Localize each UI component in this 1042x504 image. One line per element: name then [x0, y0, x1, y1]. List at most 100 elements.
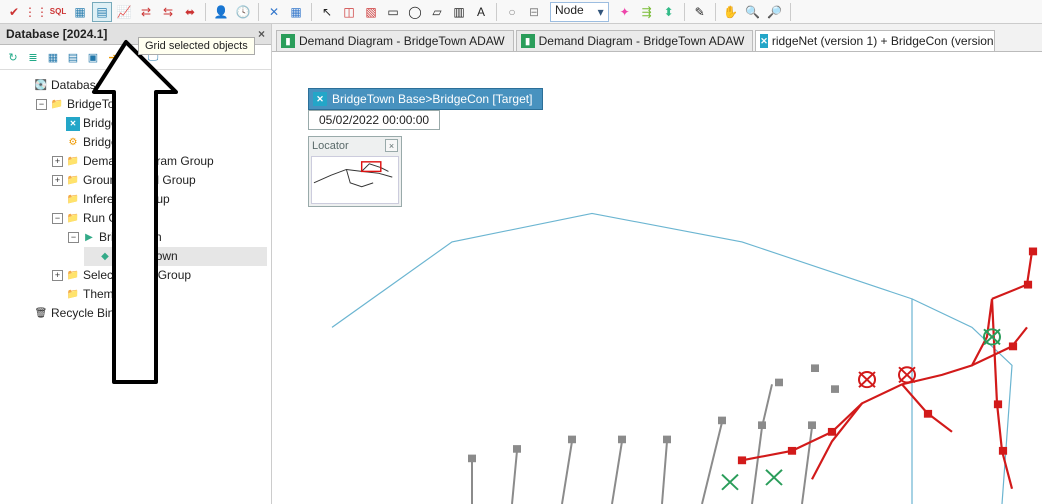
db-next-btn[interactable]: ➔: [104, 48, 122, 66]
toolbar-zoom-in-btn[interactable]: 🔍: [743, 2, 763, 22]
db-lock-btn[interactable]: ▣: [84, 48, 102, 66]
toolbar-grid2-btn[interactable]: ▦: [286, 2, 306, 22]
tree-bridgenet[interactable]: ✕BridgeNet: [52, 114, 267, 133]
folder-icon: 📁: [66, 155, 80, 169]
tab-demand-1[interactable]: ▮ Demand Diagram - BridgeTown ADAW: [276, 30, 514, 51]
toolbar-grid-selected-btn[interactable]: ▤: [92, 2, 112, 22]
toolbar-net5-btn[interactable]: ⬍: [659, 2, 679, 22]
tree-collapse-btn[interactable]: −: [36, 99, 47, 110]
toolbar-select-lasso-btn[interactable]: ◯: [405, 2, 425, 22]
tree-ground-group-label: Ground Model Group: [83, 171, 196, 190]
tree-inference-group-label: Inference Group: [83, 190, 170, 209]
tree-collapse-btn[interactable]: −: [68, 232, 79, 243]
tab-demand-1-label: Demand Diagram - BridgeTown ADAW: [299, 34, 505, 48]
tree-run-group[interactable]: −📁Run Group: [52, 209, 267, 228]
toolbar-sql-btn[interactable]: SQL: [48, 2, 68, 22]
toolbar-clock-btn[interactable]: 🕓: [233, 2, 253, 22]
result-icon: ◆: [98, 250, 112, 264]
db-refresh-btn[interactable]: ↻: [4, 48, 22, 66]
tree-collapse-btn[interactable]: −: [52, 213, 63, 224]
toolbar-sparkle-btn[interactable]: ✦: [615, 2, 635, 22]
toolbar-select-line-btn[interactable]: ▱: [427, 2, 447, 22]
content-area: ▮ Demand Diagram - BridgeTown ADAW ▮ Deman…: [272, 24, 1042, 504]
toolbar-chart-btn[interactable]: 📈: [114, 2, 134, 22]
db-page-btn[interactable]: ▤: [64, 48, 82, 66]
folder-icon: 📁: [66, 193, 80, 207]
db-list-btn[interactable]: ≣: [24, 48, 42, 66]
feature-type-select[interactable]: Node: [550, 2, 609, 22]
panel-close-btn[interactable]: ×: [258, 27, 265, 41]
tree-selection-group-label: Selection List Group: [83, 266, 191, 285]
toolbar-select-rect-btn[interactable]: ▭: [383, 2, 403, 22]
database-panel: Database [2024.1] × Grid selected object…: [0, 24, 272, 504]
database-tree[interactable]: 💽Database [2024.1] −📁BridgeTown ✕BridgeN…: [0, 70, 271, 329]
toolbar-hand-btn[interactable]: ✋: [721, 2, 741, 22]
tree-bridgecon[interactable]: ⚙BridgeCon: [52, 133, 267, 152]
main-toolbar: ✔ ⋮⋮ SQL ▦ ▤ 📈 ⇄ ⇆ ⬌ 👤 🕓 ✕ ▦ ↖ ◫ ▧ ▭ ◯ ▱…: [0, 0, 1042, 24]
tree-bridgetown-label: BridgeTown: [67, 95, 130, 114]
tree-expand-btn[interactable]: +: [52, 156, 63, 167]
tree-bridgetown[interactable]: −📁BridgeTown: [36, 95, 267, 114]
recycle-icon: 🗑: [34, 307, 48, 321]
folder-icon: 📁: [66, 174, 80, 188]
tree-run-bridgetown[interactable]: −▶BridgeTown: [68, 228, 267, 247]
toolbar-net2-btn[interactable]: ⇆: [158, 2, 178, 22]
toolbar-node-btn[interactable]: ○: [502, 2, 522, 22]
tree-run-group-label: Run Group: [83, 209, 142, 228]
tree-expand-btn[interactable]: +: [52, 175, 63, 186]
network-icon: ✕: [66, 117, 80, 131]
tree-demand-group-label: Demand Diagram Group: [83, 152, 214, 171]
database-panel-title: Database [2024.1]: [6, 27, 107, 41]
toolbar-pointer-btn[interactable]: ↖: [317, 2, 337, 22]
db-grid-btn[interactable]: ▦: [44, 48, 62, 66]
tree-bridgecon-label: BridgeCon: [83, 133, 140, 152]
tab-network[interactable]: ✕ ridgeNet (version 1) + BridgeCon (versi…: [755, 30, 995, 51]
toolbar-net3-btn[interactable]: ⬌: [180, 2, 200, 22]
toolbar-select-poly-btn[interactable]: ▧: [361, 2, 381, 22]
tree-run-bridgetown-result-label: BridgeTown: [115, 247, 178, 266]
tree-root-label: Database [2024.1]: [51, 76, 149, 95]
toolbar-eyedrop-btn[interactable]: ✎: [690, 2, 710, 22]
feature-type-value: Node: [555, 3, 584, 17]
tree-demand-group[interactable]: +📁Demand Diagram Group: [52, 152, 267, 171]
map-canvas[interactable]: ✕ BridgeTown Base>BridgeCon [Target] 05/…: [272, 52, 1042, 504]
tree-ground-group[interactable]: +📁Ground Model Group: [52, 171, 267, 190]
toolbar-zoom-out-btn[interactable]: 🔎: [765, 2, 785, 22]
toolbar-tooltip: Grid selected objects: [138, 37, 255, 55]
tree-recycle-label: Recycle Bin: [51, 304, 114, 323]
demand-icon: ▮: [521, 34, 535, 48]
tree-run-bridgetown-label: BridgeTown: [99, 228, 162, 247]
tree-inference-group[interactable]: 📁Inference Group: [52, 190, 267, 209]
tab-demand-2-label: Demand Diagram - BridgeTown ADAW: [539, 34, 745, 48]
toolbar-x-btn[interactable]: ✕: [264, 2, 284, 22]
network-icon: ✕: [760, 34, 768, 48]
run-icon: ▶: [82, 231, 96, 245]
toolbar-bullets-btn[interactable]: ⋮⋮: [26, 2, 46, 22]
toolbar-link-btn[interactable]: ⊟: [524, 2, 544, 22]
tree-bridgenet-label: BridgeNet: [83, 114, 136, 133]
tree-recycle[interactable]: 🗑Recycle Bin: [20, 304, 267, 323]
network-drawing: [272, 52, 1042, 504]
toolbar-check-btn[interactable]: ✔: [4, 2, 24, 22]
tree-root[interactable]: 💽Database [2024.1]: [20, 76, 267, 95]
tree-selection-group[interactable]: +📁Selection List Group: [52, 266, 267, 285]
toolbar-person-btn[interactable]: 👤: [211, 2, 231, 22]
tree-expand-btn[interactable]: +: [52, 270, 63, 281]
folder-icon: 📁: [66, 269, 80, 283]
demand-icon: ▮: [281, 34, 295, 48]
toolbar-net4-btn[interactable]: ⇶: [637, 2, 657, 22]
tree-theme-group[interactable]: 📁Theme Group: [52, 285, 267, 304]
toolbar-select-table-btn[interactable]: ▥: [449, 2, 469, 22]
toolbar-text-btn[interactable]: A: [471, 2, 491, 22]
toolbar-net1-btn[interactable]: ⇄: [136, 2, 156, 22]
toolbar-select-nodes-btn[interactable]: ◫: [339, 2, 359, 22]
tree-run-bridgetown-result[interactable]: ◆BridgeTown: [84, 247, 267, 266]
tab-demand-2[interactable]: ▮ Demand Diagram - BridgeTown ADAW: [516, 30, 754, 51]
tree-theme-group-label: Theme Group: [83, 285, 157, 304]
folder-icon: 📁: [66, 288, 80, 302]
folder-icon: 📁: [50, 98, 64, 112]
control-icon: ⚙: [66, 136, 80, 150]
database-icon: 💽: [34, 79, 48, 93]
tab-network-label: ridgeNet (version 1) + BridgeCon (versio…: [772, 34, 995, 48]
toolbar-table-btn[interactable]: ▦: [70, 2, 90, 22]
